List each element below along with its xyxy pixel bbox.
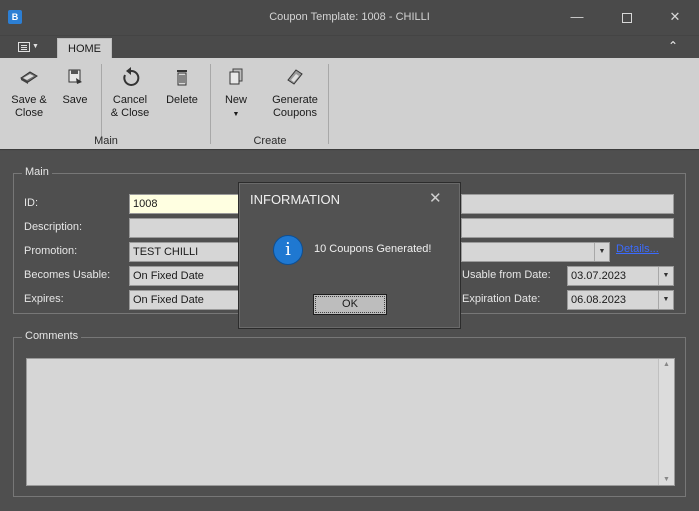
save-close-icon [18, 66, 40, 88]
usable-from-date-field[interactable]: 03.07.2023 ▼ [567, 266, 674, 286]
generate-coupons-label-1: Generate [272, 94, 318, 106]
expiration-date-label: Expiration Date: [462, 293, 541, 305]
id-label: ID: [24, 197, 39, 209]
dialog-title: INFORMATION [250, 192, 341, 207]
save-button[interactable]: Save [58, 66, 92, 107]
save-label: Save [62, 94, 88, 106]
save-icon [64, 66, 86, 88]
delete-button[interactable]: Delete [163, 66, 201, 107]
description-label: Description: [24, 221, 83, 233]
comments-textarea[interactable]: ▲ ▼ [26, 358, 675, 486]
expiration-date-field[interactable]: 06.08.2023 ▼ [567, 290, 674, 310]
chevron-down-icon: ▼ [32, 43, 39, 51]
new-document-icon [225, 66, 247, 88]
ribbon-separator [328, 64, 329, 144]
close-window-button[interactable]: ✕ [664, 6, 686, 28]
promotion-select[interactable]: TEST CHILLI [129, 242, 239, 262]
maximize-button[interactable] [616, 6, 638, 28]
cancel-close-label-1: Cancel [112, 94, 148, 106]
scroll-up-icon[interactable]: ▲ [659, 361, 674, 368]
title-bar: B Coupon Template: 1008 - CHILLI — ✕ [0, 0, 699, 36]
ribbon-group-main-label: Main [94, 135, 118, 147]
expires-label: Expires: [24, 293, 64, 305]
ribbon-tabstrip: ▼ HOME ⌃ [0, 36, 699, 58]
chevron-down-icon: ▼ [232, 111, 240, 118]
generate-coupons-button[interactable]: Generate Coupons [269, 66, 321, 120]
promotion-select-extension[interactable]: ▼ [461, 242, 610, 262]
save-close-label-2: Close [14, 107, 44, 119]
usable-from-date-value: 03.07.2023 [571, 270, 627, 282]
ribbon: Save & Close Save Cancel & Close Delete … [0, 58, 699, 150]
becomes-usable-label: Becomes Usable: [24, 269, 111, 281]
undo-icon [119, 66, 141, 88]
scroll-down-icon[interactable]: ▼ [659, 476, 674, 483]
promotion-label: Promotion: [24, 245, 78, 257]
new-label: New [224, 94, 247, 106]
information-dialog: INFORMATION ✕ i 10 Coupons Generated! OK [238, 182, 461, 329]
expires-select[interactable]: On Fixed Date [129, 290, 239, 310]
delete-label: Delete [166, 94, 198, 106]
id-field[interactable]: 1008 [129, 194, 239, 214]
cancel-close-button[interactable]: Cancel & Close [109, 66, 151, 120]
chevron-down-icon[interactable]: ▼ [594, 243, 609, 261]
collapse-ribbon-button[interactable]: ⌃ [668, 39, 678, 53]
trash-icon [171, 66, 193, 88]
maximize-icon [622, 12, 632, 23]
ribbon-separator [101, 64, 102, 144]
usable-from-date-label: Usable from Date: [462, 269, 551, 281]
ok-button[interactable]: OK [313, 294, 387, 315]
new-button[interactable]: New ▼ [219, 66, 253, 121]
id-field-extension [461, 194, 674, 214]
generate-coupons-label-2: Coupons [272, 107, 318, 119]
app-menu-button[interactable]: ▼ [10, 38, 44, 56]
minimize-button[interactable]: — [566, 6, 588, 28]
save-close-label-1: Save & [11, 94, 47, 106]
chevron-down-icon[interactable]: ▼ [658, 291, 673, 309]
main-group-legend: Main [22, 166, 52, 178]
comments-group-legend: Comments [22, 330, 82, 342]
window-title: Coupon Template: 1008 - CHILLI [269, 11, 430, 23]
info-icon: i [273, 235, 303, 265]
save-close-button[interactable]: Save & Close [8, 66, 50, 120]
menu-icon [18, 42, 30, 53]
comments-scrollbar[interactable]: ▲ ▼ [658, 359, 674, 485]
expiration-date-value: 06.08.2023 [571, 294, 627, 306]
dialog-close-button[interactable]: ✕ [429, 189, 442, 207]
becomes-usable-select[interactable]: On Fixed Date [129, 266, 239, 286]
cancel-close-label-2: & Close [110, 107, 150, 119]
description-field-extension [461, 218, 674, 238]
dialog-message: 10 Coupons Generated! [314, 243, 432, 255]
coupon-icon [284, 66, 306, 88]
ribbon-group-create-label: Create [253, 135, 287, 147]
tab-home[interactable]: HOME [57, 38, 112, 58]
details-link[interactable]: Details... [616, 243, 659, 255]
description-field[interactable] [129, 218, 239, 238]
chevron-down-icon[interactable]: ▼ [658, 267, 673, 285]
ribbon-separator [210, 64, 211, 144]
